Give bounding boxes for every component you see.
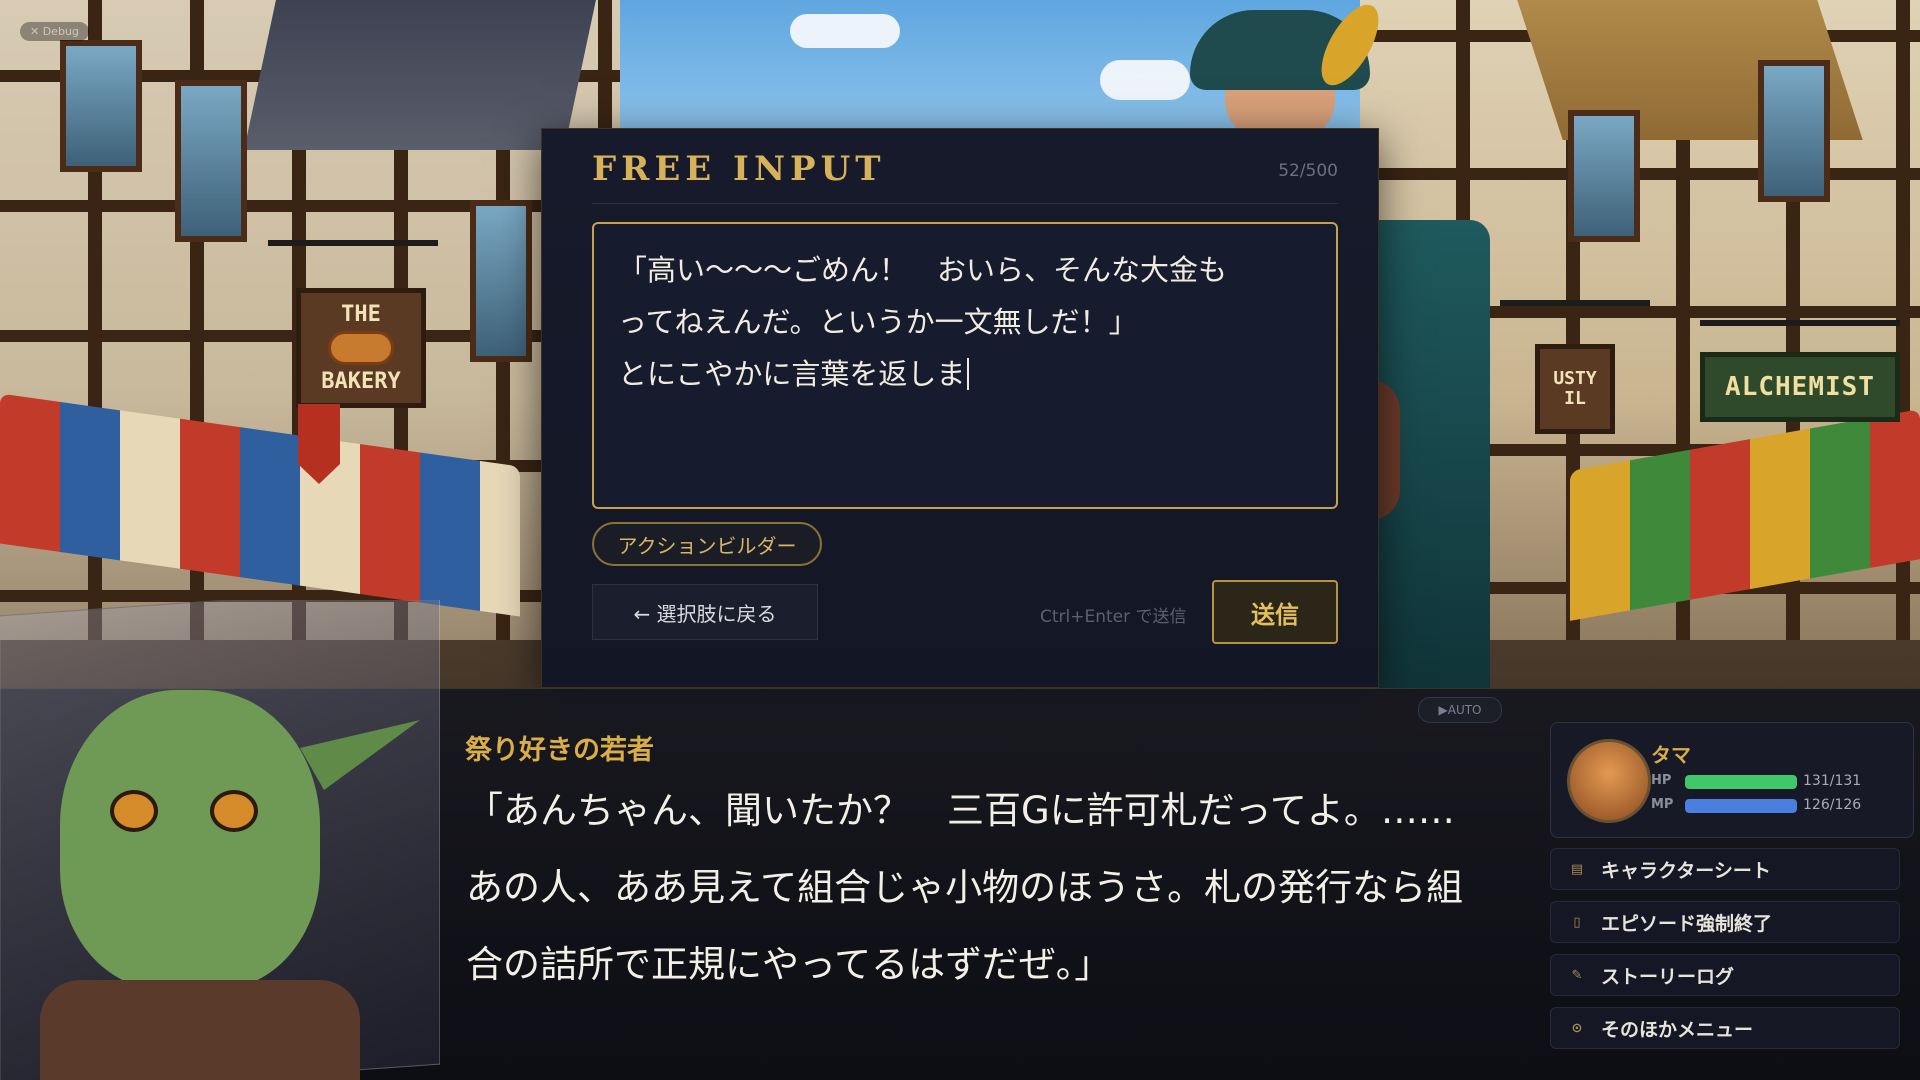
menu-label: エピソード強制終了 xyxy=(1601,912,1773,935)
goblin-head xyxy=(60,690,320,990)
bakery-sign: THE BAKERY xyxy=(296,288,426,408)
sign-bracket xyxy=(268,240,438,246)
window xyxy=(175,80,247,242)
quill-icon: ✎ xyxy=(1571,967,1583,983)
bread-icon xyxy=(328,331,394,365)
free-input-textarea[interactable]: 「高い〜〜〜ごめん！ おいら、そんな大金も ってねえんだ。というか一文無しだ！」… xyxy=(592,222,1338,509)
speaker-portrait xyxy=(0,600,440,1080)
bakery-sign-line1: THE xyxy=(341,302,381,327)
mp-bar-fill xyxy=(1685,799,1797,813)
menu-label: ストーリーログ xyxy=(1601,965,1735,988)
dialogue-line: 合の詰所で正規にやってるはずだぜ。」 xyxy=(466,943,1112,986)
dialogue-line: 「あんちゃん、聞いたか？ 三百Gに許可札だってよ。…… xyxy=(466,789,1455,832)
menu-label: そのほかメニュー xyxy=(1601,1018,1754,1041)
sign-bracket xyxy=(1500,300,1650,306)
end-episode-icon: ▯ xyxy=(1573,914,1581,930)
character-name: タマ xyxy=(1651,743,1691,767)
rusty-sign-text: USTY IL xyxy=(1553,368,1597,409)
menu-other[interactable]: ⊙ そのほかメニュー xyxy=(1550,1007,1900,1049)
sign-bracket xyxy=(1700,320,1900,326)
cloud xyxy=(1100,60,1190,100)
hp-label: HP xyxy=(1651,773,1672,788)
title-divider xyxy=(592,203,1338,204)
hp-bar xyxy=(1685,775,1797,789)
avatar xyxy=(1567,739,1651,823)
auto-toggle-button[interactable]: ▶AUTO xyxy=(1418,697,1502,723)
goblin-eye xyxy=(210,790,258,832)
goblin-eye xyxy=(110,790,158,832)
character-counter: 52/500 xyxy=(1278,161,1338,181)
window xyxy=(470,200,532,362)
free-input-dialog: FREE INPUT 52/500 「高い〜〜〜ごめん！ おいら、そんな大金も … xyxy=(541,128,1379,688)
menu-story-log[interactable]: ✎ ストーリーログ xyxy=(1550,954,1900,996)
send-shortcut-hint: Ctrl+Enter で送信 xyxy=(1040,607,1187,627)
mp-bar xyxy=(1685,799,1797,813)
back-to-choices-button[interactable]: ← 選択肢に戻る xyxy=(592,584,818,640)
menu-label: キャラクターシート xyxy=(1601,859,1771,882)
send-button[interactable]: 送信 xyxy=(1212,580,1338,644)
speaker-name: 祭り好きの若者 xyxy=(465,735,654,766)
mp-label: MP xyxy=(1651,797,1674,812)
character-sheet-icon: ▤ xyxy=(1570,861,1584,877)
dialog-title: FREE INPUT xyxy=(592,149,886,189)
party-status-card[interactable]: タマ HP 131/131 MP 126/126 xyxy=(1550,722,1914,838)
alchemist-sign: ALCHEMIST xyxy=(1700,352,1900,422)
rusty-sign: USTY IL xyxy=(1535,344,1615,434)
hp-value: 131/131 xyxy=(1803,773,1862,789)
window xyxy=(1758,60,1830,202)
mp-value: 126/126 xyxy=(1803,797,1862,813)
window xyxy=(60,40,142,172)
bakery-sign-line2: BAKERY xyxy=(321,369,401,394)
goblin-body xyxy=(40,980,360,1080)
alchemist-sign-text: ALCHEMIST xyxy=(1725,372,1875,402)
debug-toggle[interactable]: ✕ Debug xyxy=(20,22,89,41)
action-builder-button[interactable]: アクションビルダー xyxy=(592,522,822,566)
dialogue-line: あの人、ああ見えて組合じゃ小物のほうさ。札の発行なら組 xyxy=(466,866,1464,909)
hp-bar-fill xyxy=(1685,775,1797,789)
free-input-text: 「高い〜〜〜ごめん！ おいら、そんな大金も ってねえんだ。というか一文無しだ！」… xyxy=(618,253,1228,391)
pin-icon: ⊙ xyxy=(1571,1020,1583,1036)
window xyxy=(1568,110,1640,242)
menu-force-end-episode[interactable]: ▯ エピソード強制終了 xyxy=(1550,901,1900,943)
cloud xyxy=(790,14,900,48)
menu-character-sheet[interactable]: ▤ キャラクターシート xyxy=(1550,848,1900,890)
text-caret xyxy=(967,358,970,390)
